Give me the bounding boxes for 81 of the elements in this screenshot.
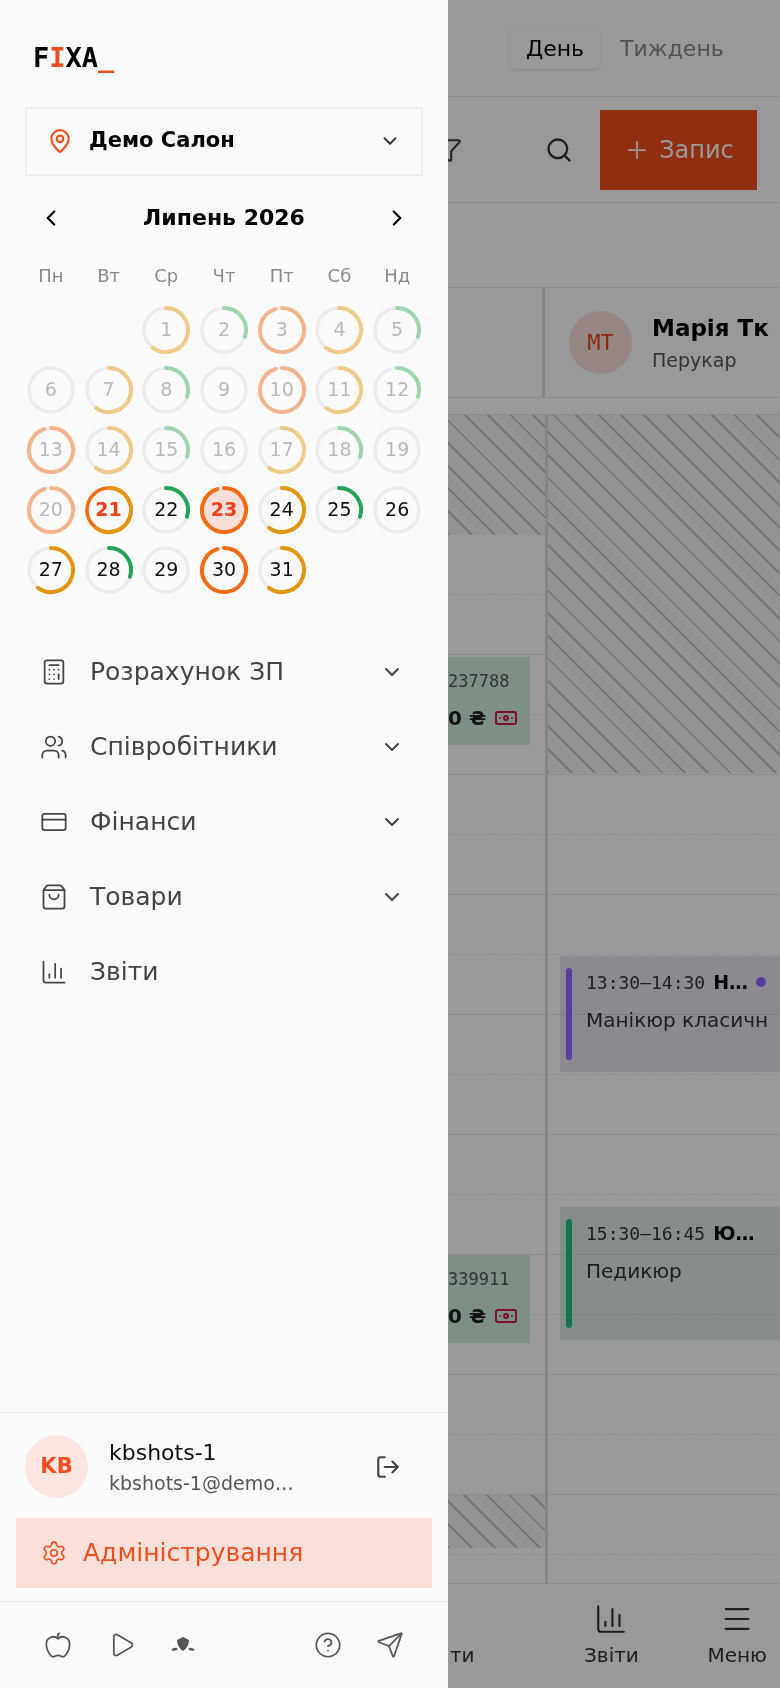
menu-item[interactable]: Звіти xyxy=(0,934,448,1010)
calendar-day[interactable]: 12 xyxy=(372,364,423,415)
calendar-day[interactable]: 14 xyxy=(83,424,134,475)
staff-name: Марія Тк xyxy=(652,314,769,343)
calendar-day[interactable]: 28 xyxy=(83,544,134,595)
menu-item[interactable]: Розрахунок ЗП xyxy=(0,634,448,710)
client-phone: 339911 xyxy=(448,1268,511,1292)
new-appointment-button[interactable]: Запис xyxy=(600,109,757,190)
price: 0 ₴ xyxy=(448,1302,487,1330)
location-pin-icon xyxy=(47,128,73,154)
service-name: Педикюр xyxy=(586,1257,683,1285)
calendar-day[interactable]: 20 xyxy=(25,484,76,535)
calendar-day[interactable]: 5 xyxy=(372,304,423,355)
menu-item[interactable]: Співробітники xyxy=(0,709,448,785)
calendar-day[interactable]: 26 xyxy=(372,484,423,535)
users-icon xyxy=(40,733,68,761)
nav-tab[interactable]: ти xyxy=(448,1602,477,1670)
calendar-day[interactable]: 21 xyxy=(83,484,134,535)
calendar-day[interactable]: 6 xyxy=(25,364,76,415)
calendar-day[interactable]: 10 xyxy=(256,364,307,415)
weekday-label: Пн xyxy=(37,263,65,288)
weekday-label: Вт xyxy=(96,263,121,288)
menu-item[interactable]: Фінанси xyxy=(0,784,448,860)
appointment-card[interactable]: 339911 0 ₴ xyxy=(448,1255,530,1343)
staff-avatar: МТ xyxy=(569,311,632,374)
calendar-day[interactable]: 16 xyxy=(199,424,249,475)
appointment-time: 13:30–14:30 xyxy=(586,970,706,995)
admin-button[interactable]: Адміністрування xyxy=(16,1518,432,1588)
weekday-label: Ср xyxy=(153,263,180,288)
location-select[interactable]: Демо Салон xyxy=(25,106,423,176)
calendar-day[interactable]: 24 xyxy=(256,484,307,535)
calendar-day[interactable]: 2 xyxy=(199,304,249,355)
calendar-day[interactable]: 3 xyxy=(256,304,307,355)
user-avatar: KB xyxy=(25,1435,88,1498)
calendar-day[interactable]: 18 xyxy=(314,424,365,475)
nav-tab[interactable]: Звіти xyxy=(568,1602,655,1670)
calendar-day[interactable]: 15 xyxy=(141,424,192,475)
staff-role: Перукар xyxy=(652,347,738,373)
appointment-card[interactable]: 237788 0 ₴ xyxy=(448,657,530,745)
calendar-day[interactable]: 25 xyxy=(314,484,365,535)
apple-icon[interactable] xyxy=(44,1631,72,1659)
month-title: Липень 2026 xyxy=(143,204,305,232)
calendar-day[interactable]: 9 xyxy=(199,364,249,415)
help-icon[interactable] xyxy=(314,1631,342,1659)
calendar-day[interactable]: 27 xyxy=(25,544,76,595)
weekday-label: Нд xyxy=(383,263,412,288)
calendar-day[interactable]: 29 xyxy=(141,544,192,595)
calendar-day[interactable]: 1 xyxy=(141,304,192,355)
view-tab[interactable]: День xyxy=(510,27,601,69)
weekday-label: Пт xyxy=(268,263,295,288)
logo: FIXA_ xyxy=(33,41,115,75)
settings-icon xyxy=(41,1540,67,1566)
client-name: Ю… xyxy=(713,1221,755,1246)
client-name: Н… xyxy=(713,970,749,995)
calendar-day[interactable]: 13 xyxy=(25,424,76,475)
calendar-day[interactable]: 4 xyxy=(314,304,365,355)
calendar-day[interactable]: 7 xyxy=(83,364,134,415)
bar-chart-icon xyxy=(40,958,68,986)
calendar-day[interactable]: 22 xyxy=(141,484,192,535)
calendar-day[interactable]: 19 xyxy=(372,424,423,475)
shopping-bag-icon xyxy=(40,883,68,911)
logout-icon[interactable] xyxy=(375,1453,401,1480)
calendar-day[interactable]: 8 xyxy=(141,364,192,415)
nav-tab[interactable]: Меню xyxy=(694,1602,780,1670)
calendar-day[interactable]: 11 xyxy=(314,364,365,415)
search-icon[interactable] xyxy=(545,135,573,164)
user-email: kbshots-1@demo… xyxy=(109,1470,295,1496)
send-icon[interactable] xyxy=(376,1631,404,1659)
appointment-time: 15:30–16:45 xyxy=(586,1221,706,1246)
user-name: kbshots-1 xyxy=(109,1438,218,1467)
calendar-day[interactable]: 17 xyxy=(256,424,307,475)
service-name: Манікюр класичн xyxy=(586,1006,769,1034)
weekday-label: Сб xyxy=(326,263,353,288)
calendar-day[interactable]: 23 xyxy=(199,484,249,535)
weekday-label: Чт xyxy=(211,263,237,288)
calendar-day[interactable]: 30 xyxy=(199,544,249,595)
client-phone: 237788 xyxy=(448,670,511,694)
menu-item[interactable]: Товари xyxy=(0,859,448,935)
calendar-day[interactable]: 31 xyxy=(256,544,307,595)
view-tab[interactable]: Тиждень xyxy=(604,27,740,69)
price: 0 ₴ xyxy=(448,704,487,732)
